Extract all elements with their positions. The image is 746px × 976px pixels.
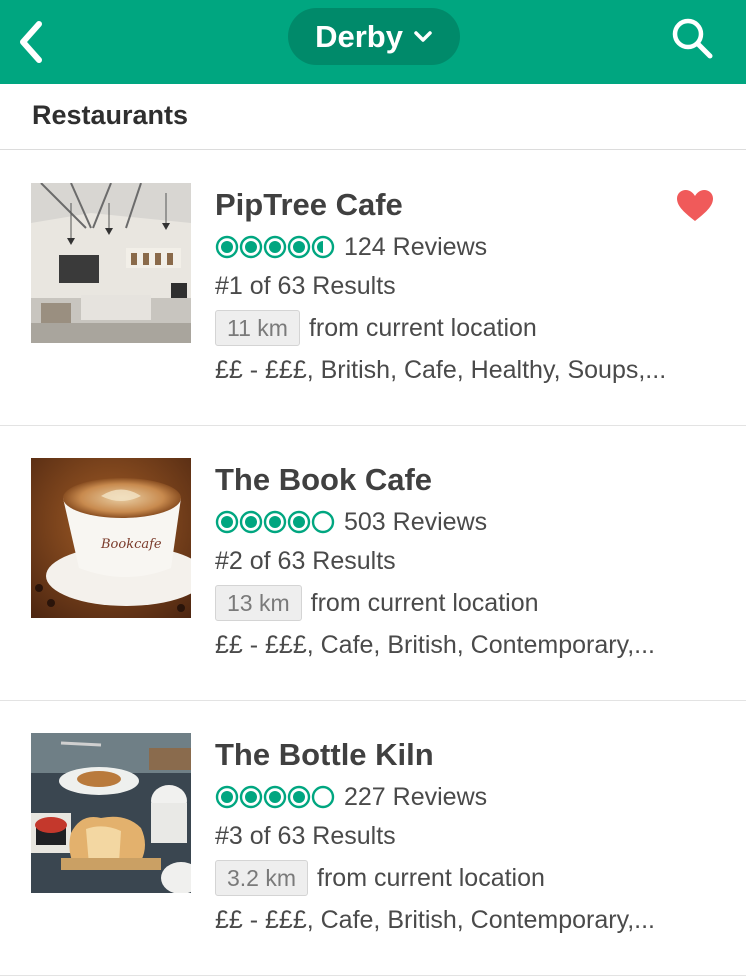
top-bar: Derby — [0, 0, 746, 84]
restaurant-list-item[interactable]: The Bottle Kiln 227 Reviews #3 of 63 Res… — [0, 701, 746, 976]
restaurant-photo — [31, 183, 191, 343]
rank-text: #1 of 63 Results — [215, 272, 396, 300]
restaurant-photo: Bookcafe — [31, 458, 191, 618]
distance-badge: 11 km — [215, 310, 300, 346]
rating-row: 227 Reviews — [215, 780, 715, 814]
cuisine-text: ££ - £££, Cafe, British, Contemporary,..… — [215, 631, 656, 659]
rating-bubbles — [215, 785, 336, 809]
section-title: Restaurants — [32, 100, 189, 130]
chevron-left-icon — [20, 21, 42, 63]
rating-row: 124 Reviews — [215, 230, 715, 264]
location-label: Derby — [315, 18, 403, 54]
review-count: 124 Reviews — [344, 232, 488, 261]
distance-label: from current location — [317, 863, 545, 892]
distance-badge: 13 km — [215, 585, 302, 621]
svg-text:Bookcafe: Bookcafe — [100, 537, 162, 552]
distance-row: 11 km from current location — [215, 310, 715, 346]
review-count: 503 Reviews — [344, 507, 488, 536]
location-selector[interactable]: Derby — [288, 8, 460, 65]
restaurant-list-item[interactable]: PipTree Cafe 124 Reviews #1 of 63 Result… — [0, 151, 746, 426]
rank-text: #3 of 63 Results — [215, 822, 396, 850]
restaurant-name: The Book Cafe — [215, 462, 433, 497]
restaurant-info: The Bottle Kiln 227 Reviews #3 of 63 Res… — [215, 735, 715, 938]
save-heart-button[interactable] — [676, 189, 714, 223]
restaurant-photo — [31, 733, 191, 893]
rank-text: #2 of 63 Results — [215, 547, 396, 575]
search-icon — [672, 18, 713, 59]
rating-bubbles — [215, 510, 336, 534]
heart-icon — [677, 190, 713, 221]
rating-row: 503 Reviews — [215, 505, 715, 539]
restaurant-list-item[interactable]: Bookcafe The Book Cafe 503 Reviews #2 of… — [0, 426, 746, 701]
review-count: 227 Reviews — [344, 782, 488, 811]
distance-label: from current location — [310, 588, 539, 617]
distance-badge: 3.2 km — [215, 860, 309, 896]
distance-row: 3.2 km from current location — [215, 860, 715, 896]
restaurant-name: The Bottle Kiln — [215, 737, 434, 772]
rating-bubbles — [215, 235, 336, 259]
cuisine-text: ££ - £££, British, Cafe, Healthy, Soups,… — [215, 356, 667, 384]
search-button[interactable] — [664, 10, 720, 66]
restaurant-list: PipTree Cafe 124 Reviews #1 of 63 Result… — [0, 151, 746, 976]
distance-label: from current location — [308, 313, 537, 342]
section-header: Restaurants — [0, 84, 746, 150]
cuisine-text: ££ - £££, Cafe, British, Contemporary,..… — [215, 906, 656, 934]
restaurant-name: PipTree Cafe — [215, 187, 403, 222]
back-button[interactable] — [10, 16, 50, 68]
chevron-down-icon — [413, 30, 433, 44]
restaurant-info: The Book Cafe 503 Reviews #2 of 63 Resul… — [215, 460, 715, 663]
distance-row: 13 km from current location — [215, 585, 715, 621]
restaurant-info: PipTree Cafe 124 Reviews #1 of 63 Result… — [215, 185, 715, 388]
